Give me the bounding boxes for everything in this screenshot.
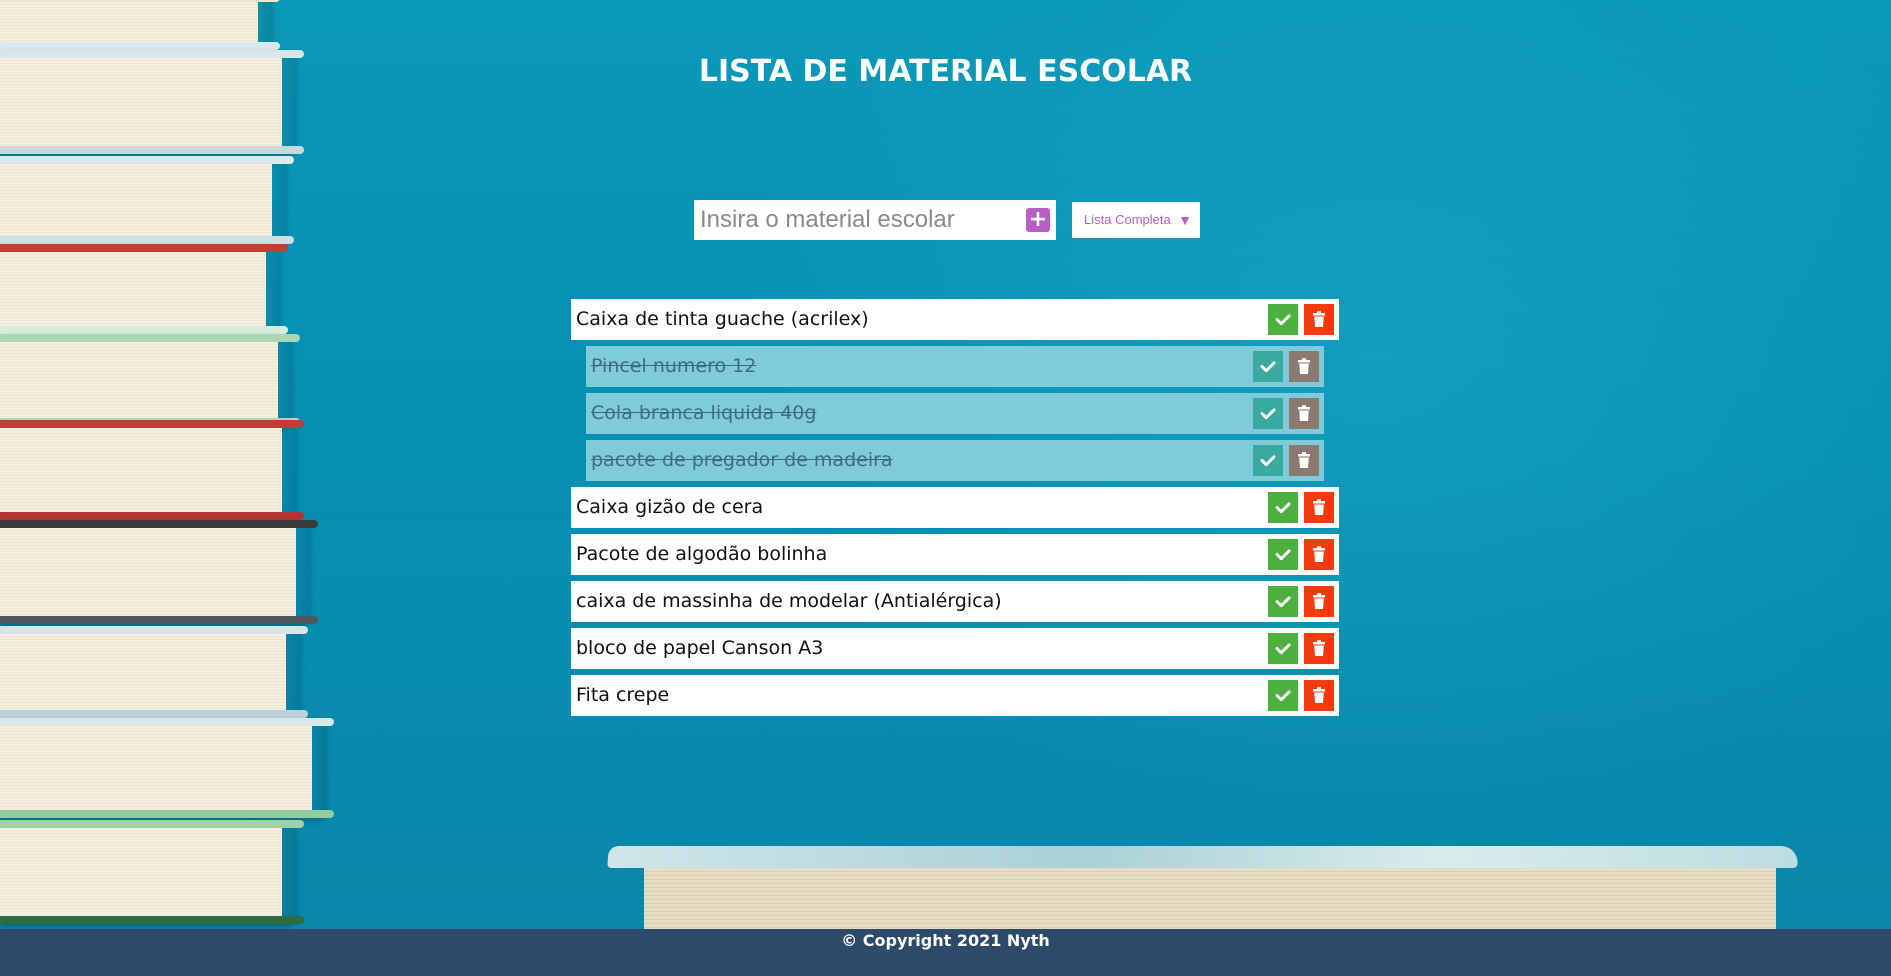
- trash-icon: [1313, 687, 1325, 703]
- complete-button[interactable]: [1268, 304, 1298, 335]
- list-item-text: pacote de pregador de madeira: [591, 449, 893, 471]
- check-icon: [1260, 455, 1276, 467]
- trash-icon: [1298, 358, 1310, 374]
- trash-icon: [1313, 311, 1325, 327]
- material-list: Caixa de tinta guache (acrilex) Pincel n…: [571, 299, 1339, 722]
- page-title: LISTA DE MATERIAL ESCOLAR: [698, 54, 1193, 89]
- list-item: Fita crepe: [571, 675, 1339, 716]
- book: [0, 0, 280, 50]
- delete-button[interactable]: [1304, 586, 1334, 617]
- check-icon: [1260, 361, 1276, 373]
- book: [0, 420, 304, 520]
- complete-button[interactable]: [1253, 351, 1283, 382]
- complete-button[interactable]: [1268, 680, 1298, 711]
- caret-down-icon: ▼: [1178, 212, 1192, 228]
- list-item-text: Cola branca liquida 40g: [591, 402, 817, 424]
- delete-button[interactable]: [1304, 633, 1334, 664]
- check-icon: [1275, 643, 1291, 655]
- list-item-text: Pacote de algodão bolinha: [576, 543, 828, 565]
- list-item: Pincel numero 12: [586, 346, 1324, 387]
- trash-icon: [1313, 499, 1325, 515]
- list-item: Caixa gizão de cera: [571, 487, 1339, 528]
- list-item-text: Pincel numero 12: [591, 355, 757, 377]
- list-item-text: Fita crepe: [576, 684, 670, 706]
- list-item: pacote de pregador de madeira: [586, 440, 1324, 481]
- book: [0, 520, 318, 624]
- add-button[interactable]: +: [1026, 208, 1050, 232]
- trash-icon: [1298, 452, 1310, 468]
- list-item: Pacote de algodão bolinha: [571, 534, 1339, 575]
- list-item: Caixa de tinta guache (acrilex): [571, 299, 1339, 340]
- complete-button[interactable]: [1253, 445, 1283, 476]
- list-item-text: Caixa gizão de cera: [576, 496, 764, 518]
- book: [0, 244, 288, 334]
- check-icon: [1275, 596, 1291, 608]
- plus-square-icon: +: [1028, 207, 1048, 232]
- delete-button[interactable]: [1304, 304, 1334, 335]
- list-item-text: bloco de papel Canson A3: [576, 637, 824, 659]
- complete-button[interactable]: [1268, 492, 1298, 523]
- material-input[interactable]: [694, 200, 1020, 240]
- delete-button[interactable]: [1289, 398, 1319, 429]
- book-stack-image: [0, 0, 340, 930]
- delete-button[interactable]: [1289, 351, 1319, 382]
- trash-icon: [1298, 405, 1310, 421]
- check-icon: [1260, 408, 1276, 420]
- trash-icon: [1313, 546, 1325, 562]
- book: [0, 820, 304, 924]
- footer: © Copyright 2021 Nyth: [0, 929, 1891, 976]
- list-item: bloco de papel Canson A3: [571, 628, 1339, 669]
- table-book-image: [607, 846, 1799, 930]
- delete-button[interactable]: [1304, 539, 1334, 570]
- complete-button[interactable]: [1268, 633, 1298, 664]
- complete-button[interactable]: [1253, 398, 1283, 429]
- copyright-text: © Copyright 2021 Nyth: [841, 931, 1050, 950]
- book: [0, 334, 300, 426]
- app-page: LISTA DE MATERIAL ESCOLAR + Lista Comple…: [0, 0, 1891, 976]
- trash-icon: [1313, 593, 1325, 609]
- filter-select[interactable]: Lista Completa ▼: [1072, 202, 1200, 238]
- material-input-wrapper: +: [694, 200, 1056, 240]
- delete-button[interactable]: [1304, 492, 1334, 523]
- check-icon: [1275, 502, 1291, 514]
- check-icon: [1275, 549, 1291, 561]
- complete-button[interactable]: [1268, 539, 1298, 570]
- complete-button[interactable]: [1268, 586, 1298, 617]
- list-item: Cola branca liquida 40g: [586, 393, 1324, 434]
- trash-icon: [1313, 640, 1325, 656]
- list-item-text: Caixa de tinta guache (acrilex): [576, 308, 869, 330]
- filter-selected-label: Lista Completa: [1084, 212, 1171, 227]
- list-item-text: caixa de massinha de modelar (Antialérgi…: [576, 590, 1002, 612]
- book: [0, 156, 294, 244]
- book: [0, 626, 308, 718]
- check-icon: [1275, 314, 1291, 326]
- delete-button[interactable]: [1289, 445, 1319, 476]
- delete-button[interactable]: [1304, 680, 1334, 711]
- book: [0, 718, 334, 818]
- list-item: caixa de massinha de modelar (Antialérgi…: [571, 581, 1339, 622]
- check-icon: [1275, 690, 1291, 702]
